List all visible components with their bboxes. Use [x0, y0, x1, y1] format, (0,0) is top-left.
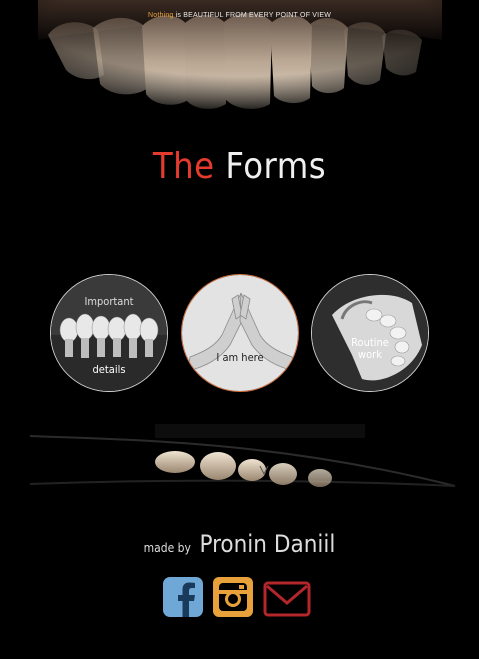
circle-label-important: Important	[84, 295, 134, 308]
credit: made by Pronin Daniil	[0, 530, 479, 558]
author-name: Pronin Daniil	[199, 530, 336, 558]
nav-circle-important-details[interactable]: Important details	[50, 274, 168, 392]
title-the: The	[152, 146, 215, 187]
nav-circle-routine-work[interactable]: Routine work	[311, 274, 429, 392]
circle-label-i-am-here: I am here	[216, 351, 264, 364]
nav-circle-i-am-here[interactable]: I am here	[181, 274, 299, 392]
instagram-icon	[213, 577, 253, 617]
facebook-link[interactable]	[163, 577, 203, 617]
facebook-icon	[163, 577, 203, 617]
hands-image	[182, 275, 298, 391]
tagline: Nothing is BEAUTIFUL FROM EVERY POINT OF…	[0, 12, 479, 19]
tagline-accent: Nothing	[147, 12, 174, 19]
instagram-link[interactable]	[213, 577, 253, 617]
circle-label-details: details	[92, 363, 126, 376]
title-forms: Forms	[225, 146, 327, 187]
mail-link[interactable]	[263, 577, 311, 617]
page-title: The Forms	[0, 146, 479, 187]
credit-prefix: made by	[143, 541, 191, 555]
teeth-row-image	[29, 424, 456, 487]
circle-label-work: work	[358, 348, 382, 361]
tagline-text: is BEAUTIFUL FROM EVERY POINT OF VIEW	[175, 12, 332, 19]
mail-icon	[263, 581, 311, 617]
hand-model-image	[312, 275, 428, 391]
